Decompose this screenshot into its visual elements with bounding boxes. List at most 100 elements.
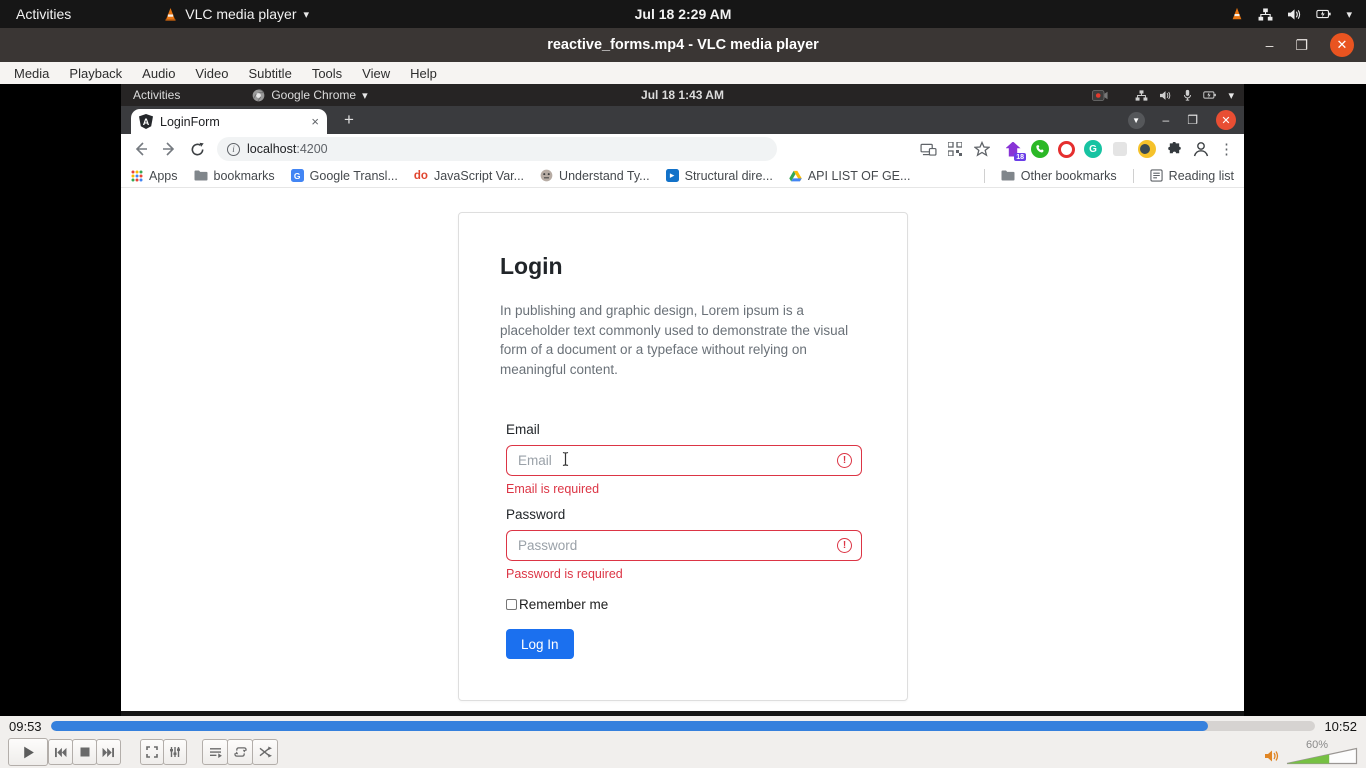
divider (1133, 169, 1134, 183)
seek-fill (51, 721, 1208, 731)
network-icon (1258, 8, 1273, 21)
forward-icon[interactable] (157, 137, 181, 161)
vlc-title-bar: reactive_forms.mp4 - VLC media player – … (0, 28, 1366, 62)
opera-ring-icon[interactable] (1058, 141, 1075, 158)
email-field[interactable] (506, 445, 862, 476)
microphone-icon (1183, 89, 1192, 101)
devto-icon: do (414, 170, 428, 182)
profile-avatar-icon[interactable] (1192, 140, 1210, 158)
bookmark-devto[interactable]: do JavaScript Var... (414, 169, 524, 183)
bookmark-label: Understand Ty... (559, 169, 650, 183)
recorded-screen: Activities Google Chrome ▾ Jul 18 1:43 A… (121, 84, 1244, 716)
menu-audio[interactable]: Audio (132, 66, 185, 81)
new-tab-button[interactable]: + (337, 109, 361, 131)
shuffle-button[interactable] (252, 739, 278, 765)
bookmark-understand-ty[interactable]: Understand Ty... (540, 169, 650, 183)
seek-bar[interactable] (51, 721, 1316, 731)
tab-loginform[interactable]: A LoginForm × (131, 109, 327, 134)
chrome-close-button[interactable]: ✕ (1216, 110, 1236, 130)
login-button[interactable]: Log In (506, 629, 574, 659)
bookmark-folder-bookmarks[interactable]: bookmarks (194, 169, 275, 183)
chrome-menu-icon[interactable]: ⋮ (1219, 140, 1234, 158)
reading-list-label: Reading list (1169, 169, 1234, 183)
ubuntu-top-bar: Activities VLC media player ▾ Jul 18 2:2… (0, 0, 1366, 28)
reload-icon[interactable] (185, 137, 209, 161)
bookmarks-bar: Apps bookmarks G Google Transl... do Jav… (121, 164, 1244, 188)
page-info-icon[interactable]: i (227, 143, 240, 156)
google-drive-icon (789, 170, 802, 182)
face-icon (540, 169, 553, 182)
grammarly-icon[interactable]: G (1084, 140, 1102, 158)
chrome-restore-button[interactable]: ❐ (1187, 113, 1198, 127)
extension-badge18-icon[interactable]: 18 (1004, 140, 1022, 158)
chrome-minimize-button[interactable]: – (1163, 113, 1170, 127)
dark-reader-icon[interactable] (1138, 140, 1156, 158)
extensions-puzzle-icon[interactable] (1165, 140, 1183, 158)
menu-subtitle[interactable]: Subtitle (238, 66, 301, 81)
vlc-controls-row: 60% (0, 736, 1366, 768)
recorded-activities: Activities (121, 88, 192, 102)
menu-playback[interactable]: Playback (59, 66, 132, 81)
url-port: :4200 (296, 142, 327, 156)
menu-video[interactable]: Video (185, 66, 238, 81)
folder-icon (1001, 170, 1015, 181)
qr-grid-icon[interactable] (946, 140, 964, 158)
activities-button[interactable]: Activities (0, 6, 87, 22)
menu-help[interactable]: Help (400, 66, 447, 81)
text-cursor (561, 451, 570, 467)
whatsapp-icon[interactable] (1031, 140, 1049, 158)
disabled-extension-icon[interactable] (1111, 140, 1129, 158)
password-field[interactable] (506, 530, 862, 561)
toolbar-extensions: 18 G ⋮ (919, 140, 1236, 158)
next-button[interactable] (96, 739, 121, 765)
ubuntu-system-tray[interactable]: ▾ (1230, 7, 1366, 21)
minimize-button[interactable]: – (1266, 37, 1274, 53)
devto-do: do (414, 170, 428, 182)
restore-button[interactable]: ❐ (1295, 37, 1308, 54)
bookmark-google-translate[interactable]: G Google Transl... (291, 169, 398, 183)
bookmark-api-list[interactable]: API LIST OF GE... (789, 169, 911, 183)
extended-settings-button[interactable] (163, 739, 187, 765)
login-card: Login In publishing and graphic design, … (458, 212, 908, 701)
back-icon[interactable] (129, 137, 153, 161)
menu-view[interactable]: View (352, 66, 400, 81)
window-title: reactive_forms.mp4 - VLC media player (547, 37, 819, 53)
reading-list-icon (1150, 169, 1163, 182)
exclamation-glyph: ! (843, 540, 846, 551)
chrome-update-icon[interactable]: ▼ (1128, 112, 1145, 129)
vlc-app-menu[interactable]: VLC media player ▾ (163, 6, 309, 22)
ubuntu-clock[interactable]: Jul 18 2:29 AM (635, 6, 732, 22)
bookmark-star-icon[interactable] (973, 140, 991, 158)
fullscreen-button[interactable] (140, 739, 164, 765)
vlc-video-area[interactable]: Activities Google Chrome ▾ Jul 18 1:43 A… (0, 84, 1366, 716)
menu-tools[interactable]: Tools (302, 66, 352, 81)
previous-button[interactable] (48, 739, 73, 765)
bookmark-structural-directives[interactable]: ▸ Structural dire... (666, 169, 773, 183)
reading-list-button[interactable]: Reading list (1150, 169, 1234, 183)
tab-title: LoginForm (160, 115, 304, 129)
grammarly-g: G (1089, 144, 1097, 155)
chrome-tab-strip: A LoginForm × + ▼ – ❐ ✕ (121, 106, 1244, 134)
time-total: 10:52 (1315, 719, 1366, 734)
other-bookmarks-button[interactable]: Other bookmarks (1001, 169, 1117, 183)
address-bar[interactable]: i localhost:4200 (217, 137, 777, 161)
remember-me-checkbox[interactable] (506, 599, 517, 610)
mute-volume-icon[interactable] (1264, 749, 1280, 763)
screen-record-icon (1092, 90, 1108, 101)
email-label: Email (506, 422, 540, 437)
close-button[interactable]: ✕ (1330, 33, 1354, 57)
loop-button[interactable] (227, 739, 253, 765)
password-error-text: Password is required (506, 567, 623, 581)
battery-icon (1316, 8, 1332, 20)
chevron-down-icon: ▾ (1228, 89, 1234, 102)
bookmark-label: bookmarks (214, 169, 275, 183)
media-controls-icon[interactable] (919, 140, 937, 158)
chrome-logo-icon (252, 89, 265, 102)
play-button[interactable] (8, 738, 48, 766)
stop-button[interactable] (72, 739, 97, 765)
apps-shortcut[interactable]: Apps (131, 169, 178, 183)
tab-close-icon[interactable]: × (311, 114, 319, 129)
menu-media[interactable]: Media (4, 66, 59, 81)
volume-slider[interactable] (1286, 747, 1358, 765)
playlist-button[interactable] (202, 739, 228, 765)
